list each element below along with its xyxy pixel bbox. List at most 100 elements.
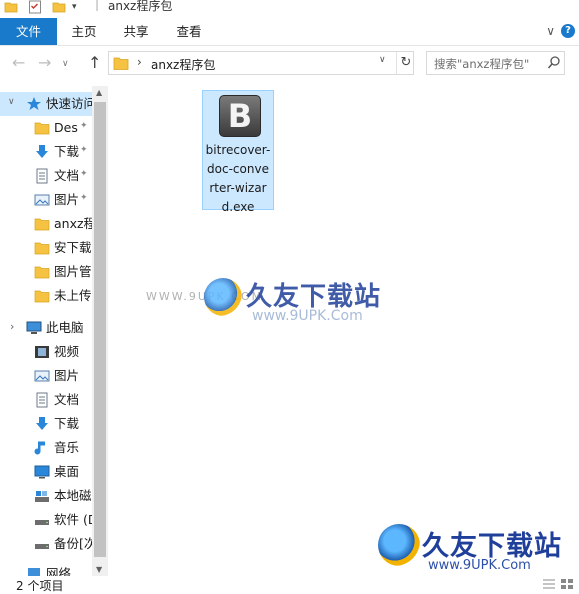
picture-icon [34,370,50,382]
folder-icon [34,218,50,231]
tab-home[interactable]: 主页 [58,18,110,45]
sidebar-item-label: 网络 [46,566,72,576]
forward-button[interactable]: → [38,54,51,72]
sidebar-item-label: 软件 (D [54,512,92,527]
sidebar-item-pictures-pinned[interactable]: 图片 ✦ [0,188,92,212]
navigation-pane-scrollbar[interactable]: ▲ ▼ [92,86,108,576]
scroll-up-icon[interactable]: ▲ [96,88,102,97]
sidebar-item-label: 下载 [54,144,80,159]
drive-icon [35,544,49,549]
download-icon [36,417,48,430]
new-folder-icon[interactable] [52,0,66,14]
expand-icon[interactable]: ∨ [8,97,15,107]
sidebar-item-music[interactable]: 音乐 [0,436,92,460]
download-icon [36,145,48,158]
sidebar-item-network[interactable]: 网络 [0,562,92,576]
search-input[interactable]: 搜索"anxz程序包" [426,51,565,75]
network-icon [28,568,40,576]
large-icons-view-icon[interactable] [561,579,573,589]
search-icon[interactable] [547,55,561,71]
folder-icon [34,290,50,303]
address-dropdown[interactable]: ∨ [379,55,386,65]
breadcrumb-current[interactable]: anxz程序包 [151,56,215,73]
sidebar-item-desktop[interactable]: 桌面 [0,460,92,484]
sidebar-item-label: 快速访问 [46,96,92,111]
title-divider: | [95,0,100,11]
sidebar-item-documents-pinned[interactable]: 文档 ✦ [0,164,92,188]
exe-app-icon: B [219,95,261,137]
sidebar-item-downloads[interactable]: 下载 [0,412,92,436]
sidebar-item-folder[interactable]: 安下载 [0,236,92,260]
details-view-icon[interactable] [543,579,555,589]
sidebar-item-videos[interactable]: 视频 [0,340,92,364]
sidebar-item-drive-d[interactable]: 软件 (D [0,508,92,532]
tab-share[interactable]: 共享 [110,18,162,45]
star-icon [27,97,41,110]
sidebar-item-label: 本地磁 [54,488,92,503]
sidebar-item-downloads-pinned[interactable]: 下载 ✦ [0,140,92,164]
watermark-logo-icon [378,524,420,566]
sidebar-item-label: 安下载 [54,240,92,255]
file-list[interactable]: B bitrecover-doc-converter-wizard.exe WW… [108,86,579,576]
document-icon [36,392,48,408]
sidebar-item-folder[interactable]: anxz程 [0,212,92,236]
sidebar-item-local-disk[interactable]: 本地磁 [0,484,92,508]
pin-icon: ✦ [80,145,88,155]
folder-icon [4,2,18,13]
sidebar-item-label: Des [54,120,78,135]
picture-icon [34,194,50,206]
watermark-url: www.9UPK.Com [428,558,531,573]
pin-icon: ✦ [80,121,88,131]
sidebar-item-label: 图片 [54,368,80,383]
tab-view[interactable]: 查看 [162,18,216,45]
sidebar-item-label: anxz程 [54,216,92,231]
sidebar-item-label: 此电脑 [46,320,84,335]
pin-icon: ✦ [80,169,88,179]
item-count: 2 个项目 [16,579,64,593]
file-item[interactable]: B bitrecover-doc-converter-wizard.exe [202,90,274,214]
sidebar-item-label: 音乐 [54,440,80,455]
up-button[interactable]: ↑ [88,54,101,72]
status-bar: 2 个项目 [0,576,579,593]
recent-locations-button[interactable]: ∨ [62,55,69,73]
sidebar-item-label: 图片管 [54,264,92,279]
folder-icon [34,266,50,279]
pin-icon: ✦ [80,193,88,203]
sidebar-item-label: 文档 [54,168,80,183]
folder-icon [113,57,129,70]
sidebar-item-label: 下载 [54,416,80,431]
sidebar-item-pictures[interactable]: 图片 [0,364,92,388]
desktop-icon [34,465,50,479]
sidebar-item-folder[interactable]: 未上传 [0,284,92,308]
icon-letter: B [227,97,253,135]
watermark-url: www.9UPK.Com [252,308,363,324]
tab-file[interactable]: 文件 [0,18,57,45]
sidebar-item-this-pc[interactable]: › 此电脑 [0,316,92,340]
sidebar-item-label: 桌面 [54,464,80,479]
refresh-button[interactable]: ↻ [396,52,415,74]
music-icon [34,441,45,455]
expand-icon[interactable]: › [10,320,14,333]
help-icon[interactable]: ? [561,24,575,38]
scrollbar-thumb[interactable] [94,102,106,557]
sidebar-item-documents[interactable]: 文档 [0,388,92,412]
sidebar-item-drive-backup[interactable]: 备份[次 [0,532,92,556]
watermark-logo-icon [204,278,242,316]
ribbon-collapse-button[interactable]: ∨ [546,18,555,45]
address-bar[interactable]: › anxz程序包 ∨ ↻ [108,51,414,75]
drive-icon [35,520,49,525]
breadcrumb-separator[interactable]: › [137,55,142,69]
watermark-corner: 久友下载站 www.9UPK.Com [374,518,574,576]
quick-access-toolbar-dropdown[interactable]: ▾ [72,2,77,12]
sidebar-item-folder[interactable]: 图片管 [0,260,92,284]
back-button[interactable]: ← [12,54,25,72]
sidebar-item-desktop-pinned[interactable]: Des ✦ [0,116,92,140]
watermark-center: WWW.9UPK.COM 久友下载站 www.9UPK.Com [146,270,422,326]
folder-icon [34,122,50,135]
ribbon-tabs: 文件 主页 共享 查看 ∨ ? [0,18,579,46]
scroll-down-icon[interactable]: ▼ [96,565,102,574]
sidebar-item-label: 文档 [54,392,80,407]
properties-icon[interactable] [28,0,42,14]
sidebar-item-quick-access[interactable]: ∨ 快速访问 [0,92,92,116]
sidebar-item-label: 备份[次 [54,536,92,551]
